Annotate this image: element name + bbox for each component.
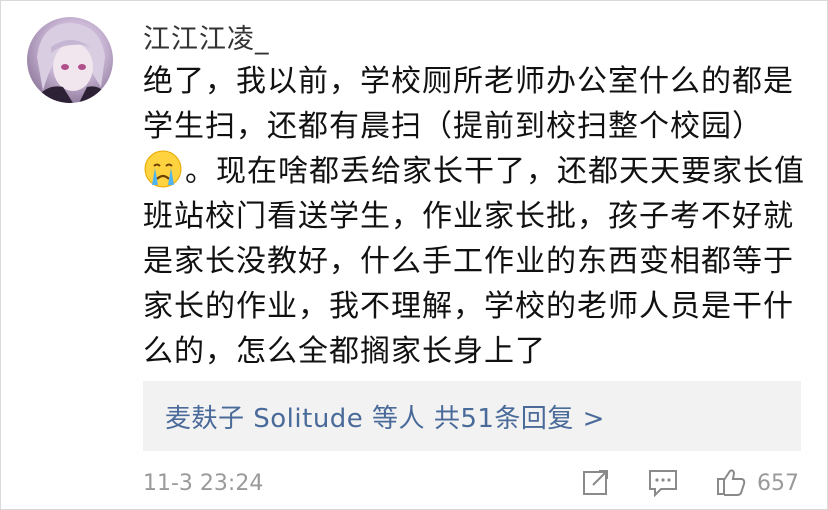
avatar[interactable] <box>27 17 113 103</box>
username[interactable]: 江江江凌_ <box>143 17 270 56</box>
comment-text: 绝了，我以前，学校厕所老师办公室什么的都是 学生扫，还都有晨扫（提前到校扫整个校… <box>143 59 805 374</box>
comment-line: 家长的作业，我不理解，学校的老师人员是干什 <box>143 289 794 324</box>
comment-line: 班站校门看送学生，作业家长批，孩子考不好就 <box>143 199 794 234</box>
comment-line: 。现在啥都丢给家长干了，还都天天要家长值 <box>143 149 805 194</box>
comment-line: 么的，怎么全都搁家长身上了 <box>143 334 546 369</box>
comment-card: 江江江凌_ 绝了，我以前，学校厕所老师办公室什么的都是 学生扫，还都有晨扫（提前… <box>0 0 828 510</box>
replies-link[interactable]: 麦麸子 Solitude 等人 共51条回复 > <box>165 398 605 435</box>
replies-preview[interactable]: 麦麸子 Solitude 等人 共51条回复 > <box>143 381 801 451</box>
crying-face-emoji <box>143 149 183 189</box>
like-count: 657 <box>757 471 799 496</box>
comment-line-text: 。现在啥都丢给家长干了，还都天天要家长值 <box>185 154 805 189</box>
comment-line: 学生扫，还都有晨扫（提前到校扫整个校园） <box>143 109 763 144</box>
share-icon[interactable] <box>581 467 611 501</box>
anime-avatar-icon <box>33 23 111 103</box>
comment-line: 是家长没教好，什么手工作业的东西变相都等于 <box>143 244 794 279</box>
comment-date: 11-3 23:24 <box>143 471 264 496</box>
comment-icon[interactable] <box>647 467 679 501</box>
comment-line: 绝了，我以前，学校厕所老师办公室什么的都是 <box>143 64 794 99</box>
thumbs-up-icon[interactable] <box>715 467 747 501</box>
